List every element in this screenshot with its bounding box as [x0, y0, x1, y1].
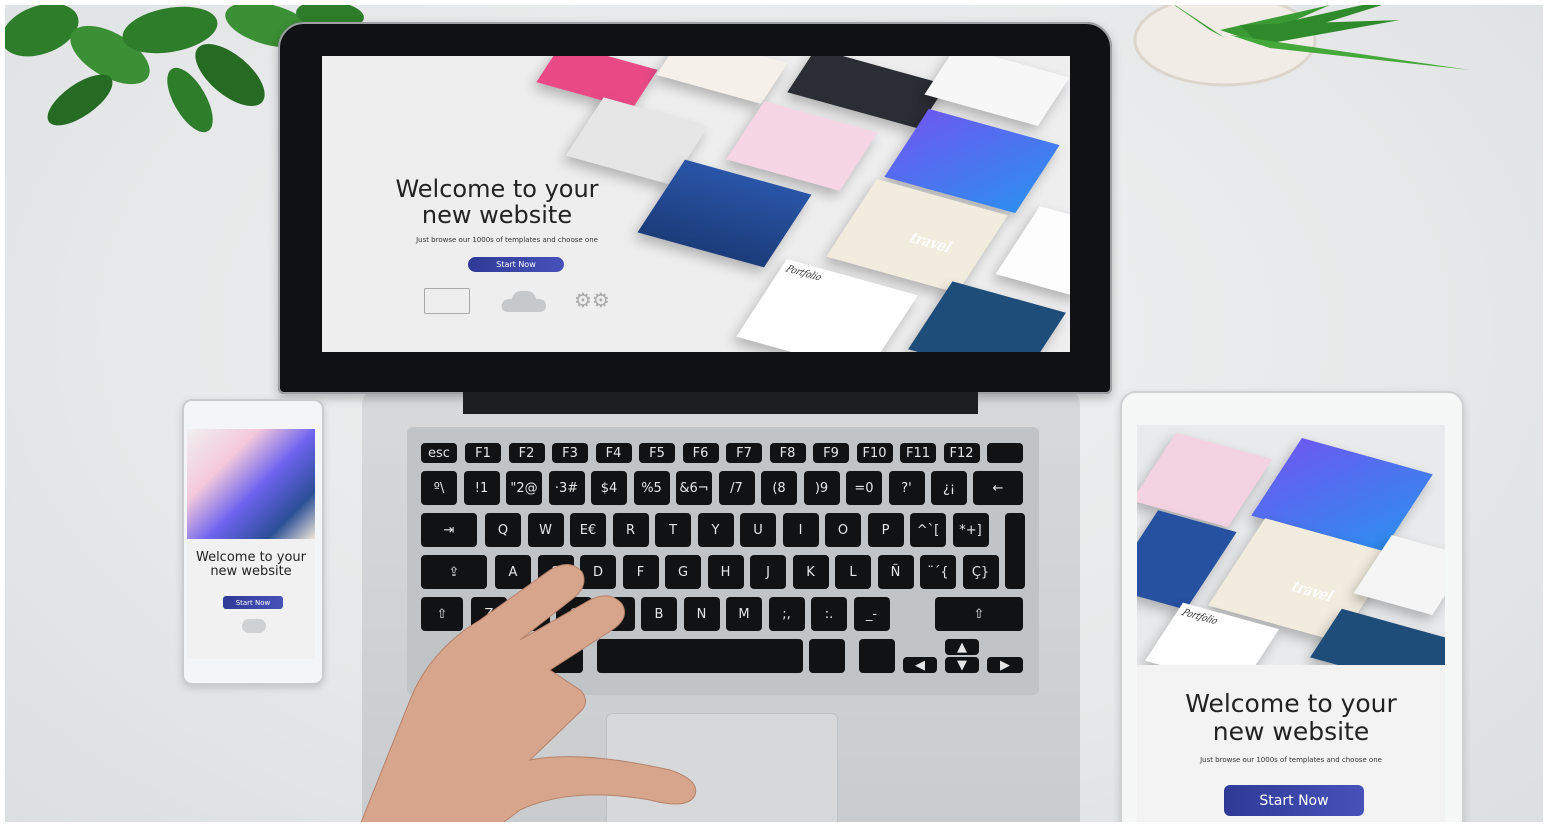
keyboard-key[interactable]: ▶ [987, 657, 1023, 673]
cloud-icon [500, 288, 548, 318]
keyboard-key[interactable]: *+] [952, 513, 989, 547]
keyboard-key[interactable]: ⇧ [935, 597, 1023, 631]
keyboard-key[interactable]: ▼ [945, 657, 979, 673]
laptop-headline-line1: Welcome to your [395, 175, 599, 203]
keyboard-key[interactable]: F5 [639, 443, 675, 463]
tablet-screen: travel Portfolio Welcome to your new web… [1137, 425, 1445, 825]
keyboard-key[interactable]: F6 [682, 443, 719, 463]
laptop-start-now-button[interactable]: Start Now [468, 257, 564, 272]
keyboard-key[interactable]: ← [973, 471, 1023, 505]
phone-collage [187, 429, 315, 539]
keyboard-key[interactable]: F7 [726, 443, 762, 463]
keyboard-key[interactable]: Q [485, 513, 521, 547]
keyboard-key[interactable]: ;, [768, 597, 805, 631]
laptop-screen: travel Portfolio Welcome to your new web… [322, 56, 1070, 352]
laptop-icon [424, 288, 470, 314]
template-tile [908, 281, 1066, 352]
keyboard-key[interactable]: esc [421, 443, 457, 463]
phone-headline: Welcome to your new website [187, 550, 315, 580]
hand [350, 560, 730, 825]
keyboard-key[interactable]: Ç} [962, 555, 999, 589]
keyboard-key[interactable]: U [740, 513, 776, 547]
keyboard-key[interactable]: F8 [769, 443, 806, 463]
keyboard-key[interactable]: ?' [888, 471, 925, 505]
keyboard-key[interactable]: T [655, 513, 691, 547]
keyboard-key[interactable]: ¨´{ [920, 555, 956, 589]
keyboard-key[interactable]: I [782, 513, 819, 547]
keyboard-key[interactable] [987, 443, 1023, 463]
keyboard-key[interactable]: &6¬ [676, 471, 712, 505]
keyboard-key[interactable]: ◀ [903, 657, 937, 673]
keyboard-key[interactable]: M [726, 597, 762, 631]
tablet-travel-text: travel [1287, 578, 1338, 606]
keyboard-key[interactable] [859, 639, 895, 673]
tablet-headline-line1: Welcome to your [1185, 689, 1397, 718]
template-tile [995, 206, 1070, 296]
keyboard-key[interactable] [809, 639, 845, 673]
tablet-collage: travel Portfolio [1137, 425, 1445, 665]
keyboard-key[interactable]: K [792, 555, 829, 589]
laptop-headline-line2: new website [421, 201, 573, 230]
keyboard-key[interactable]: P [867, 513, 904, 547]
template-tile [536, 56, 658, 109]
keyboard-key[interactable]: F10 [856, 443, 893, 463]
keyboard-key[interactable]: F1 [465, 443, 501, 463]
keyboard-key[interactable]: O [825, 513, 861, 547]
phone-headline-line1: Welcome to your [195, 550, 306, 565]
keyboard-key[interactable] [1005, 513, 1025, 589]
portfolio-tile-text: Portfolio [783, 264, 824, 284]
laptop-hinge [463, 392, 978, 414]
laptop-headline: Welcome to your new website [372, 176, 622, 229]
laptop-subtext: Just browse our 1000s of templates and c… [416, 236, 598, 244]
keyboard-key[interactable]: :. [811, 597, 847, 631]
keyboard-key[interactable]: ▲ [945, 639, 979, 655]
tablet-headline: Welcome to your new website [1137, 690, 1445, 745]
keyboard-key[interactable]: L [835, 555, 871, 589]
keyboard-key[interactable]: =0 [846, 471, 882, 505]
travel-tile-text: travel [905, 229, 956, 257]
keyboard-key[interactable]: Ñ [877, 555, 914, 589]
tablet-headline-line2: new website [1212, 716, 1370, 746]
keyboard-key[interactable]: ¿¡ [931, 471, 967, 505]
keyboard-key[interactable]: F11 [900, 443, 936, 463]
gear-icon: ⚙⚙ [574, 288, 610, 312]
keyboard-key[interactable]: (8 [761, 471, 797, 505]
keyboard-key[interactable]: F4 [595, 443, 632, 463]
keyboard-key[interactable]: !1 [463, 471, 500, 505]
keyboard-key[interactable]: ·3# [548, 471, 585, 505]
keyboard-key[interactable]: )9 [803, 471, 840, 505]
template-tile [656, 56, 788, 104]
tablet-portfolio-text: Portfolio [1179, 607, 1220, 628]
keyboard-key[interactable]: Y [697, 513, 734, 547]
keyboard-key[interactable]: J [750, 555, 786, 589]
keyboard-key[interactable]: F2 [508, 443, 545, 463]
keyboard-key[interactable]: F12 [943, 443, 980, 463]
phone-screen: Welcome to your new website Start Now [187, 429, 315, 659]
tablet-subtext: Just browse our 1000s of templates and c… [1200, 756, 1382, 764]
phone-cloud-icon [242, 619, 266, 633]
keyboard-key[interactable]: W [527, 513, 564, 547]
keyboard-key[interactable]: %5 [633, 471, 670, 505]
keyboard-key[interactable]: R [612, 513, 649, 547]
keyboard-key[interactable]: _- [853, 597, 890, 631]
keyboard-key[interactable]: F3 [552, 443, 588, 463]
keyboard-key[interactable]: ^`[ [910, 513, 946, 547]
keyboard-key[interactable]: º\ [421, 471, 457, 505]
keyboard-key[interactable]: "2@ [506, 471, 542, 505]
phone-start-now-button[interactable]: Start Now [223, 596, 283, 609]
keyboard-key[interactable]: F9 [813, 443, 849, 463]
keyboard-key[interactable]: ⇥ [421, 513, 477, 547]
plant-top-right [1130, 0, 1548, 100]
phone-headline-line2: new website [210, 564, 292, 580]
keyboard-key[interactable]: /7 [718, 471, 755, 505]
keyboard-key[interactable]: $4 [591, 471, 627, 505]
tablet-start-now-button[interactable]: Start Now [1224, 785, 1364, 816]
desk-scene: esc F1 F2 F3 F4 F5 F6 F7 F8 F9 F10 F11 F12 º\ !1 "2@ ·3#… [0, 0, 1548, 825]
keyboard-key[interactable]: E€ [570, 513, 606, 547]
